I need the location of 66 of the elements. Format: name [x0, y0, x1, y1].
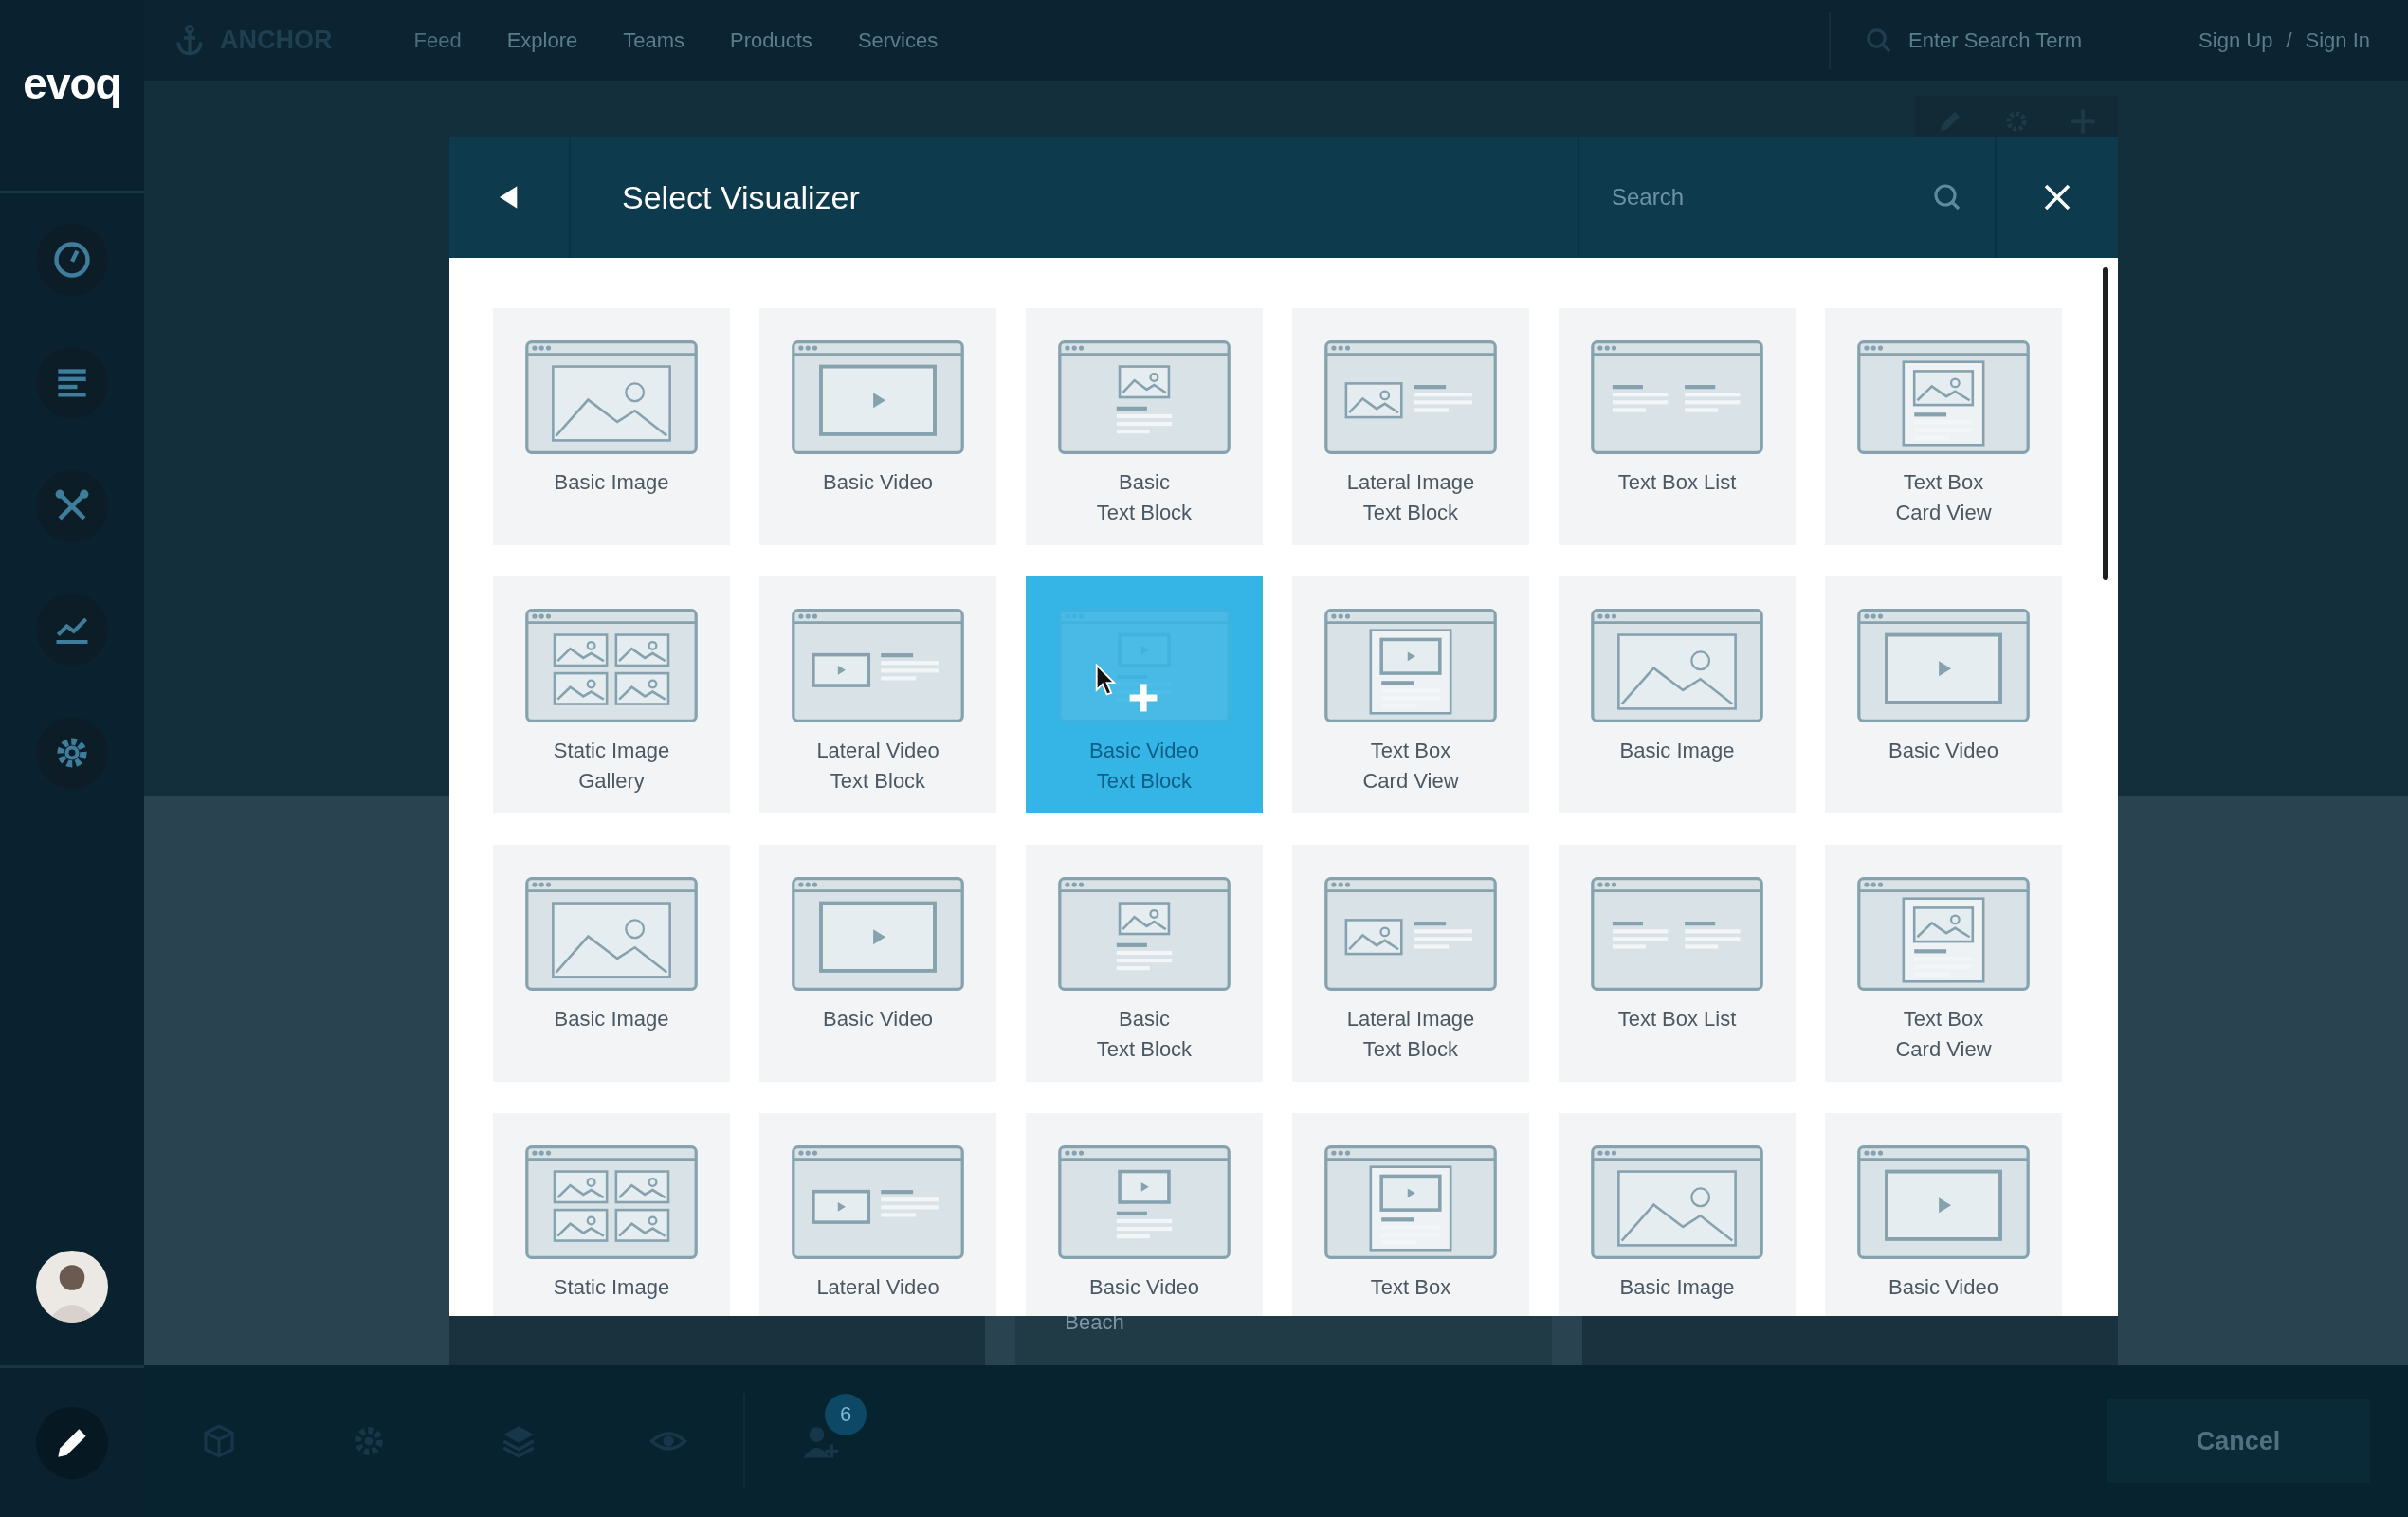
image-layout-icon	[525, 340, 698, 454]
image-card-layout-icon	[1857, 877, 2030, 991]
visualizer-tile[interactable]: Static Image Gallery	[493, 576, 730, 813]
visualizer-tile[interactable]: Text Box	[1292, 1113, 1529, 1316]
text-list-layout-icon	[1591, 877, 1763, 991]
image-text-layout-icon	[1058, 340, 1231, 454]
visualizer-tile[interactable]: Basic Text Block	[1026, 308, 1263, 545]
visualizer-tile[interactable]: Basic Video	[759, 308, 996, 545]
visualizer-tile[interactable]: Text Box List	[1559, 845, 1796, 1082]
video-layout-icon	[792, 877, 964, 991]
visualizer-tile[interactable]: Static Image	[493, 1113, 730, 1316]
visualizer-tile[interactable]: Lateral Image Text Block	[1292, 845, 1529, 1082]
search-field[interactable]: Enter Search Term	[1906, 27, 2110, 54]
dialog-title: Select Visualizer	[622, 178, 860, 216]
video-text-layout-icon	[792, 1145, 964, 1259]
video-layout-icon	[1857, 609, 2030, 722]
image-layout-icon	[525, 877, 698, 991]
visualizer-tile[interactable]: Basic Image	[493, 308, 730, 545]
video-card-layout-icon	[1324, 609, 1497, 722]
video-card-layout-icon	[1324, 1145, 1497, 1259]
visualizer-tile[interactable]: Basic Video	[1825, 1113, 2062, 1316]
cursor-icon	[1095, 664, 1116, 696]
nav-link[interactable]: Teams	[623, 27, 685, 53]
visualizer-tile[interactable]: Basic Text Block	[1026, 845, 1263, 1082]
nav-link[interactable]: Products	[730, 27, 812, 53]
nav-link[interactable]: Explore	[506, 27, 578, 53]
visualizer-tile[interactable]: Basic Image	[493, 845, 730, 1082]
close-icon	[2043, 183, 2071, 211]
visualizer-tile[interactable]: Text Box Card View	[1825, 308, 2062, 545]
image-layout-icon	[1591, 1145, 1763, 1259]
text-list-layout-icon	[1591, 340, 1763, 454]
separator: /	[2286, 27, 2292, 53]
sign-in-link[interactable]: Sign In	[2305, 27, 2370, 53]
image-card-layout-icon	[1857, 340, 2030, 454]
gallery-layout-icon	[525, 1145, 698, 1259]
visualizer-tile[interactable]: Basic Video	[1026, 1113, 1263, 1316]
sign-up-link[interactable]: Sign Up	[2198, 27, 2273, 53]
visualizer-tile[interactable]: Basic Image	[1559, 1113, 1796, 1316]
visualizer-tile[interactable]: Lateral Image Text Block	[1292, 308, 1529, 545]
plus-icon	[1128, 683, 1158, 713]
logo[interactable]: evoq	[23, 58, 121, 109]
search-icon[interactable]	[1932, 182, 1962, 212]
visualizer-tile[interactable]: Text Box List	[1559, 308, 1796, 545]
back-arrow-icon	[500, 186, 519, 209]
video-layout-icon	[792, 340, 964, 454]
image-text-layout-icon	[1324, 877, 1497, 991]
image-text-layout-icon	[1324, 340, 1497, 454]
visualizer-tile[interactable]: Lateral Video	[759, 1113, 996, 1316]
visualizer-tile[interactable]: Basic Video	[759, 845, 996, 1082]
visualizer-tile[interactable]: Lateral Video Text Block	[759, 576, 996, 813]
count-badge: 6	[825, 1394, 867, 1435]
video-text-layout-icon	[792, 609, 964, 722]
scrollbar[interactable]	[2103, 267, 2108, 580]
visualizer-tile[interactable]: Text Box Card View	[1292, 576, 1529, 813]
visualizer-tile[interactable]: Basic Video	[1825, 576, 2062, 813]
video-text-layout-icon	[1058, 609, 1231, 722]
image-layout-icon	[1591, 609, 1763, 722]
visualizer-tile[interactable]: Text Box Card View	[1825, 845, 2062, 1082]
nav-link[interactable]: Services	[857, 27, 939, 53]
visualizer-tile[interactable]: Basic Image	[1559, 576, 1796, 813]
search-field[interactable]: Search	[1610, 183, 1932, 211]
gauge-icon	[51, 239, 93, 281]
video-text-layout-icon	[1058, 1145, 1231, 1259]
gallery-layout-icon	[525, 609, 698, 722]
video-layout-icon	[1857, 1145, 2030, 1259]
image-text-layout-icon	[1058, 877, 1231, 991]
